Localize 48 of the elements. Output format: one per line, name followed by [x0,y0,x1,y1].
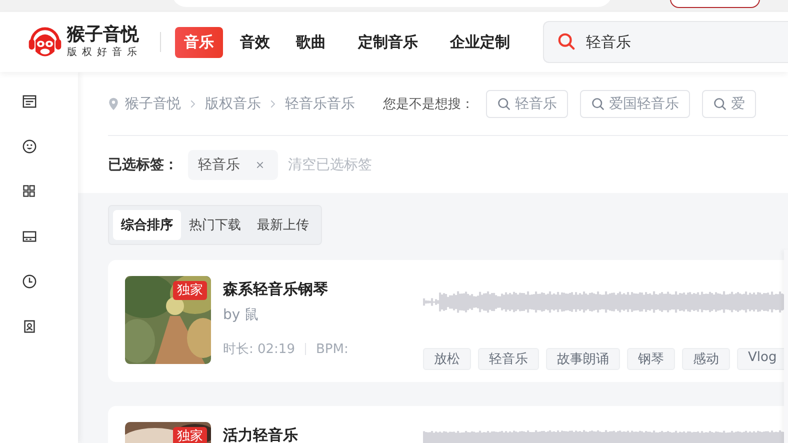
genre-tag[interactable]: 轻音乐 [478,348,539,370]
nav-tab[interactable]: 定制音乐 [349,26,427,58]
user-card-icon[interactable] [22,318,36,334]
breadcrumb-link[interactable]: 版权音乐 [205,94,261,112]
suggestion-text: 爱 [731,94,745,112]
suggestion-chip[interactable]: 轻音乐 [486,90,568,118]
clock-icon[interactable] [22,274,36,288]
track-author: by 鼠 [223,306,260,325]
tag-text: 轻音乐 [198,156,240,174]
smiley-icon[interactable] [22,138,36,154]
breadcrumb-link[interactable]: 猴子音悦 [125,94,181,112]
sort-tab[interactable]: 热门下载 [181,210,249,240]
news-icon[interactable] [22,94,36,108]
brand-name: 猴子音悦 [67,24,140,46]
search-icon [497,96,511,110]
chevron-right-icon [270,98,276,108]
track-title[interactable]: 森系轻音乐钢琴 [223,276,393,302]
suggestion-label: 您是不是想搜： [383,96,474,112]
track-bpm: BPM: [316,342,348,356]
brand-slogan: 版权好音乐 [67,46,142,60]
suggestion-chip[interactable]: 爱 [702,90,756,118]
location-pin-icon [108,96,119,110]
genre-tag[interactable]: 故事朗诵 [546,348,620,370]
chevron-right-icon [190,98,196,108]
suggestion-text: 轻音乐 [515,94,557,112]
search-field[interactable]: 轻音乐 [543,21,788,63]
suggestion-chip[interactable]: 爱国轻音乐 [580,90,690,118]
nav-tab[interactable]: 音乐 [175,26,223,58]
close-icon[interactable] [256,160,264,168]
genre-tag[interactable]: 放松 [423,348,471,370]
track-title[interactable]: 活力轻音乐 [223,422,393,443]
suggestion-text: 爱国轻音乐 [609,94,679,112]
exclusive-badge: 独家 [173,427,207,443]
selected-tags-label: 已选标签： [108,156,178,174]
breadcrumb-link[interactable]: 轻音乐音乐 [285,94,355,112]
track-duration: 时长: 02:19 [223,341,295,358]
sort-tab[interactable]: 最新上传 [249,210,317,240]
exclusive-badge: 独家 [173,281,207,300]
nav-tab[interactable]: 歌曲 [287,26,335,58]
nav-tab[interactable]: 企业定制 [441,26,519,58]
nav-tab[interactable]: 音效 [231,26,279,58]
search-icon [713,96,727,110]
genre-tag[interactable]: 钢琴 [627,348,675,370]
grid-icon[interactable] [22,184,36,198]
search-icon [591,96,605,110]
sort-tab[interactable]: 综合排序 [113,210,181,240]
card-icon[interactable] [22,228,36,244]
genre-tag[interactable]: 感动 [682,348,730,370]
